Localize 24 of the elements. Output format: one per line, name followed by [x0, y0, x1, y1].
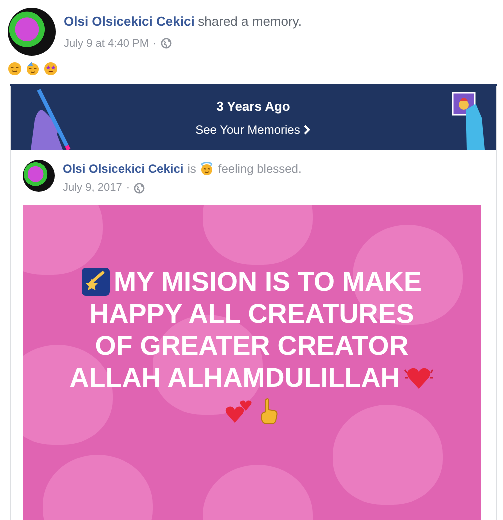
smiling-emoji-icon: [8, 62, 22, 76]
post-text-line: OF GREATER CREATOR: [95, 330, 409, 362]
star-eyes-emoji-icon: [44, 62, 58, 76]
author-link[interactable]: Olsi Olsicekici Cekici: [63, 160, 184, 178]
post-text-line: MY MISION IS TO MAKE: [114, 266, 422, 298]
halo-emoji-icon: [200, 162, 214, 176]
feeling-verb: is: [188, 161, 196, 178]
feeling-text: feeling blessed.: [218, 161, 302, 178]
see-memories-link[interactable]: See Your Memories: [196, 120, 312, 139]
pointing-up-hand-icon: [261, 398, 279, 424]
profile-avatar[interactable]: [23, 160, 55, 192]
globe-icon[interactable]: [160, 38, 172, 50]
author-link[interactable]: Olsi Olsicekici Cekici: [64, 14, 195, 29]
post-text-line: HAPPY ALL CREATURES: [90, 298, 414, 330]
post-text-line: ALLAH ALHAMDULILLAH: [70, 362, 400, 394]
profile-avatar[interactable]: [8, 8, 56, 56]
globe-icon[interactable]: [134, 182, 145, 194]
separator-dot: ·: [153, 36, 157, 52]
post-action-text: shared a memory.: [198, 14, 302, 29]
separator-dot: ·: [126, 181, 130, 196]
chevron-right-icon: [304, 124, 312, 135]
hand-holding-photo-drawing: [452, 92, 486, 150]
party-emoji-icon: [26, 62, 40, 76]
memory-title: 3 Years Ago: [216, 98, 290, 116]
